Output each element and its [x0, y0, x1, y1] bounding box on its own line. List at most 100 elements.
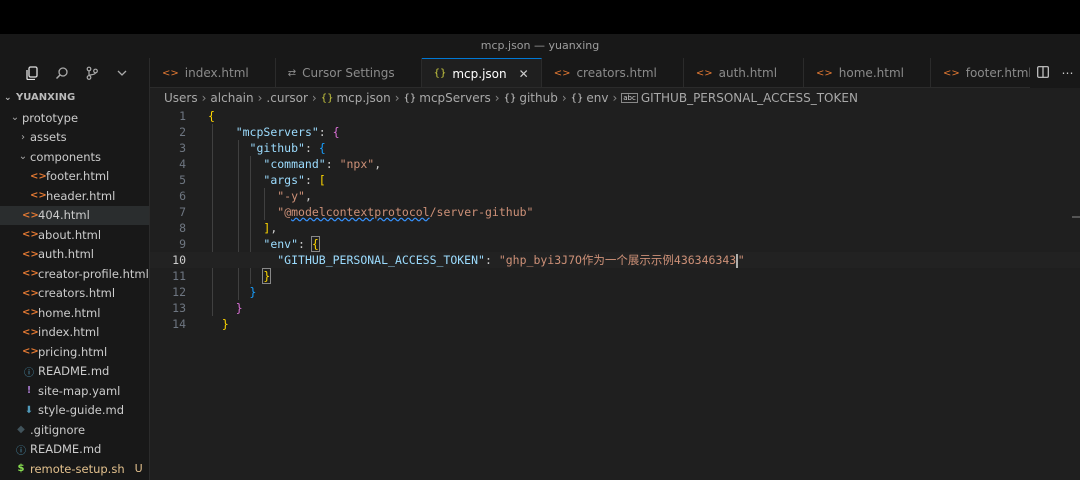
code-text: } [262, 268, 272, 284]
chevron-right-icon: › [21, 131, 25, 143]
html-file-icon: <> [30, 190, 47, 202]
breadcrumb-separator: › [612, 91, 618, 105]
more-actions-icon[interactable]: ⋯ [1062, 66, 1074, 80]
tree-item-label: style-guide.md [38, 403, 125, 418]
json-string: "-y" [277, 189, 305, 203]
line-number: 3 [179, 141, 186, 155]
tree-file[interactable]: <> 404.html [0, 205, 149, 225]
chevron-down-icon: ⌄ [4, 93, 12, 103]
html-file-icon: <> [22, 346, 39, 358]
explorer-root[interactable]: ⌄ YUANXING [0, 88, 149, 108]
tree-item-label: assets [30, 130, 67, 145]
tree-file[interactable]: ! site-map.yaml [0, 381, 149, 401]
source-control-icon[interactable] [84, 65, 100, 81]
breadcrumb-item[interactable]: env [586, 91, 608, 105]
sidebar: ⌄ YUANXING ⌄ prototype › assets ⌄ components <… [0, 58, 150, 480]
tree-file[interactable]: <> pricing.html [0, 342, 149, 362]
search-icon[interactable] [54, 65, 70, 81]
tree-file[interactable]: ◆ .gitignore [0, 420, 149, 440]
tree-file[interactable]: <> header.html [0, 186, 149, 206]
tree-file[interactable]: ⓘ README.md [0, 362, 149, 382]
breadcrumb-item[interactable]: GITHUB_PERSONAL_ACCESS_TOKEN [641, 91, 858, 105]
tree-file[interactable]: <> footer.html [0, 167, 149, 187]
tree-file[interactable]: $ remote-setup.sh U [0, 459, 149, 479]
code-line: 7 "@modelcontextprotocol/server-github" [150, 204, 1080, 220]
editor-tabs: <> index.html ⇄ Cursor Settings {} mcp.json ✕ <… [150, 58, 1080, 88]
code-editor[interactable]: 1{ 2 "mcpServers": { 3 "github": { 4 "co… [150, 108, 1080, 480]
breadcrumb-item[interactable]: github [519, 91, 557, 105]
tree-item-label: creators.html [38, 286, 116, 301]
code-text: ], [263, 221, 278, 235]
line-number: 5 [179, 173, 186, 187]
editor-tab[interactable]: <> auth.html [684, 58, 805, 87]
chevron-down-icon: ⌄ [18, 151, 28, 163]
tree-item-label: README.md [38, 364, 110, 379]
close-icon[interactable]: ✕ [519, 67, 529, 81]
json-string: "npx" [339, 157, 375, 171]
editor-tab[interactable]: {} mcp.json ✕ [421, 58, 542, 87]
tree-file[interactable]: ⬇ style-guide.md [0, 401, 149, 421]
json-key: "GITHUB_PERSONAL_ACCESS_TOKEN" [277, 253, 485, 267]
line-number: 11 [172, 269, 186, 283]
line-number: 13 [172, 301, 186, 315]
breadcrumb-item[interactable]: alchain [210, 91, 253, 105]
line-number: 14 [172, 317, 186, 331]
html-icon: <> [162, 67, 179, 79]
tree-file[interactable]: ⓘ README.md [0, 440, 149, 460]
html-icon: <> [553, 67, 571, 79]
tree-file[interactable]: <> index.html [0, 323, 149, 343]
code-text: } [249, 285, 257, 299]
yaml-file-icon: ! [26, 385, 32, 397]
git-icon: ◆ [17, 424, 25, 436]
editor-tab[interactable]: <> home.html [804, 58, 931, 87]
tree-item-label: footer.html [46, 169, 110, 184]
tree-folder[interactable]: ⌄ prototype [0, 108, 149, 128]
html-icon: <> [816, 67, 833, 79]
info-icon: ⓘ [24, 367, 34, 379]
code-text: "github": { [249, 141, 326, 155]
code-text: "@modelcontextprotocol/server-github" [208, 204, 533, 220]
code-line: 11 } [150, 268, 1080, 284]
html-file-icon: <> [22, 248, 39, 260]
breadcrumb-item[interactable]: mcp.json [336, 91, 390, 105]
chevron-down-icon: ⌄ [10, 112, 20, 124]
line-number: 8 [179, 221, 186, 235]
shell-script-icon: $ [17, 463, 25, 475]
code-text: { [208, 109, 215, 123]
json-key: "env" [263, 237, 299, 251]
file-tree: ⌄ prototype › assets ⌄ components <> footer.htm… [0, 108, 149, 479]
breadcrumb-item[interactable]: mcpServers [419, 91, 491, 105]
code-text: } [221, 317, 229, 331]
html-file-icon: <> [22, 287, 39, 299]
tree-item-label: components [30, 149, 102, 164]
explorer-root-label: YUANXING [16, 92, 76, 103]
tree-item-label: README.md [30, 442, 102, 457]
tree-folder[interactable]: › assets [0, 128, 149, 148]
spellcheck-squiggle: modelcontextprotocol [291, 205, 430, 219]
code-line: 14 } [150, 316, 1080, 332]
breadcrumb-separator: › [394, 91, 400, 105]
tree-item-label: remote-setup.sh [30, 461, 125, 476]
window-title: mcp.json — yuanxing [0, 34, 1080, 58]
editor-tab[interactable]: <> creators.html [542, 58, 684, 87]
tree-file[interactable]: <> creators.html [0, 284, 149, 304]
json-string: "ghp_byi3J7O作为一个展示示例436346343 [498, 253, 737, 267]
html-file-icon: <> [22, 209, 39, 221]
tree-file[interactable]: <> about.html [0, 225, 149, 245]
breadcrumb-item[interactable]: Users [164, 91, 198, 105]
breadcrumb-separator: › [201, 91, 207, 105]
editor-tab[interactable]: <> index.html [150, 58, 276, 87]
object-icon: {} [503, 92, 517, 104]
editor-tab[interactable]: ⇄ Cursor Settings [276, 58, 422, 87]
breadcrumb-item[interactable]: .cursor [266, 91, 307, 105]
chevron-down-icon[interactable] [114, 65, 130, 81]
tree-file[interactable]: <> home.html [0, 303, 149, 323]
split-editor-icon[interactable] [1036, 65, 1049, 81]
tree-file[interactable]: <> auth.html [0, 245, 149, 265]
explorer-icon[interactable] [24, 65, 40, 81]
tab-label: auth.html [718, 66, 778, 80]
line-number: 10 [172, 253, 186, 267]
tree-folder[interactable]: ⌄ components [0, 147, 149, 167]
breadcrumb-separator: › [257, 91, 263, 105]
tree-file[interactable]: <> creator-profile.html [0, 264, 149, 284]
